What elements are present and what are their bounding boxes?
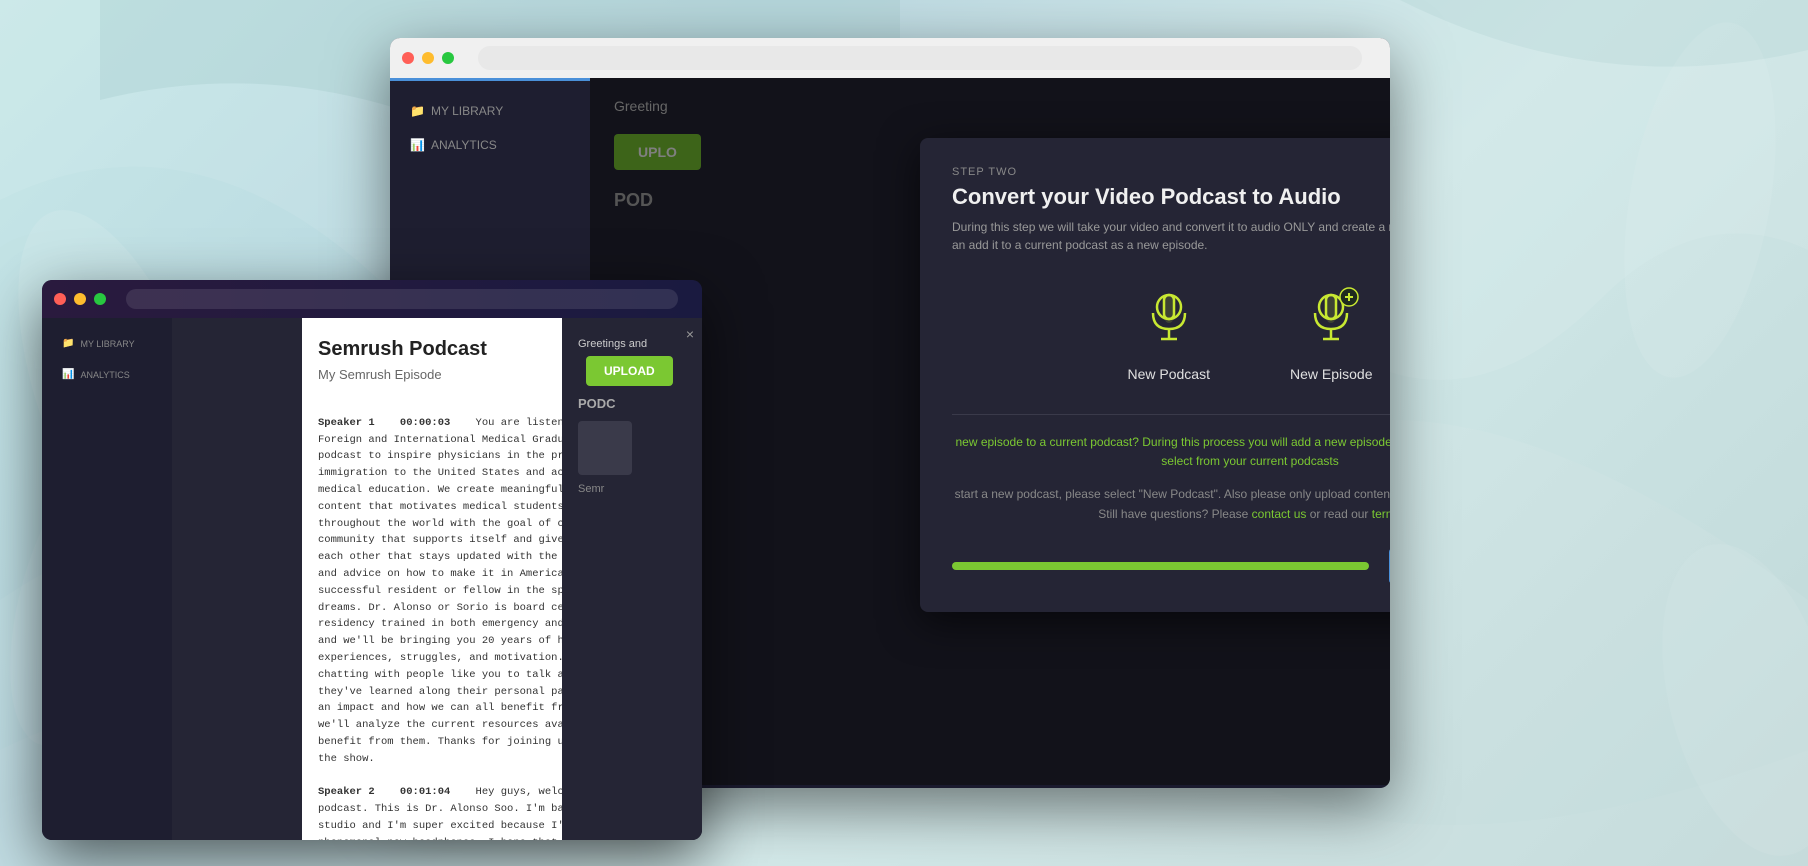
right-strip: Greetings and UPLOAD PODC Semr xyxy=(562,318,702,840)
dialog-divider xyxy=(952,414,1390,415)
sidebar-item-analytics[interactable]: 📊 ANALYTICS xyxy=(390,128,590,162)
second-sidebar-item-1[interactable]: 📁 MY LIBRARY xyxy=(42,328,172,359)
second-browser-titlebar xyxy=(42,280,702,318)
podcast-thumbnail xyxy=(578,421,632,475)
podcast-select-text-content: new episode to a current podcast? During… xyxy=(955,435,1390,468)
second-tl-green[interactable] xyxy=(94,293,106,305)
traffic-light-red[interactable] xyxy=(402,52,414,64)
sidebar-analytics-label: ANALYTICS xyxy=(431,138,497,152)
second-analytics-icon: 📊 xyxy=(62,369,74,380)
podcast-card xyxy=(578,421,686,475)
progress-bar xyxy=(952,562,1369,570)
second-pods-label: PODC xyxy=(570,386,694,421)
analytics-icon: 📊 xyxy=(410,138,425,152)
step-two-dialog: × STEP TWO Convert your Video Podcast to… xyxy=(920,138,1390,612)
traffic-light-yellow[interactable] xyxy=(422,52,434,64)
traffic-light-green[interactable] xyxy=(442,52,454,64)
new-podcast-option[interactable]: New Podcast xyxy=(1128,282,1210,382)
dialog-footer: NEXT DONE xyxy=(952,548,1390,584)
new-episode-option[interactable]: New Episode xyxy=(1290,282,1373,382)
second-browser-window: 📁 MY LIBRARY 📊 ANALYTICS Semrush Podcast… xyxy=(42,280,702,840)
second-browser-content: 📁 MY LIBRARY 📊 ANALYTICS Semrush Podcast… xyxy=(42,318,702,840)
library-icon: 📁 xyxy=(410,104,425,118)
new-episode-label: New Episode xyxy=(1290,366,1373,382)
still-questions-text: Still have questions? Please xyxy=(1098,507,1248,521)
second-address-bar[interactable] xyxy=(126,289,678,309)
dialog-title: Convert your Video Podcast to Audio xyxy=(952,184,1390,210)
step-label: STEP TWO xyxy=(952,166,1390,178)
second-library-icon: 📁 xyxy=(62,338,74,349)
new-episode-link[interactable]: new episode to a current podcast? During… xyxy=(955,435,1390,468)
podcast-options-row: New Podcast xyxy=(952,282,1390,382)
main-content-area: Greeting UPLO POD × STEP TWO Convert you… xyxy=(590,78,1390,785)
new-episode-icon-container xyxy=(1296,282,1366,352)
second-upload-button[interactable]: UPLOAD xyxy=(586,356,673,386)
new-podcast-label: New Podcast xyxy=(1128,366,1210,382)
new-podcast-text-start: start a new podcast, please select "New … xyxy=(955,487,1390,501)
microphone-plus-icon xyxy=(1299,285,1363,349)
second-greeting: Greetings and xyxy=(570,328,694,356)
sidebar-library-label: MY LIBRARY xyxy=(431,104,503,118)
main-browser-titlebar xyxy=(390,38,1390,78)
microphone-icon xyxy=(1137,285,1201,349)
new-podcast-icon-container xyxy=(1134,282,1204,352)
sidebar-item-mylibrary[interactable]: 📁 MY LIBRARY xyxy=(390,94,590,128)
contact-us-link[interactable]: contact us xyxy=(1252,507,1307,521)
second-sidebar-item-2[interactable]: 📊 ANALYTICS xyxy=(42,359,172,390)
dialog-description: During this step we will take your video… xyxy=(952,218,1390,254)
transcript-close-button[interactable]: × xyxy=(686,326,694,342)
second-main-area: Semrush Podcast My Semrush Episode Speak… xyxy=(172,318,702,840)
dialog-overlay: × STEP TWO Convert your Video Podcast to… xyxy=(590,78,1390,785)
podcast-select-text: new episode to a current podcast? During… xyxy=(952,433,1390,471)
semrush-label: Semr xyxy=(570,475,694,495)
second-tl-yellow[interactable] xyxy=(74,293,86,305)
new-podcast-info-text: start a new podcast, please select "New … xyxy=(952,485,1390,523)
second-sidebar: 📁 MY LIBRARY 📊 ANALYTICS xyxy=(42,318,172,840)
address-bar[interactable] xyxy=(478,46,1362,70)
second-tl-red[interactable] xyxy=(54,293,66,305)
next-button[interactable]: NEXT xyxy=(1389,548,1390,584)
terms-link[interactable]: terms xyxy=(1372,507,1390,521)
